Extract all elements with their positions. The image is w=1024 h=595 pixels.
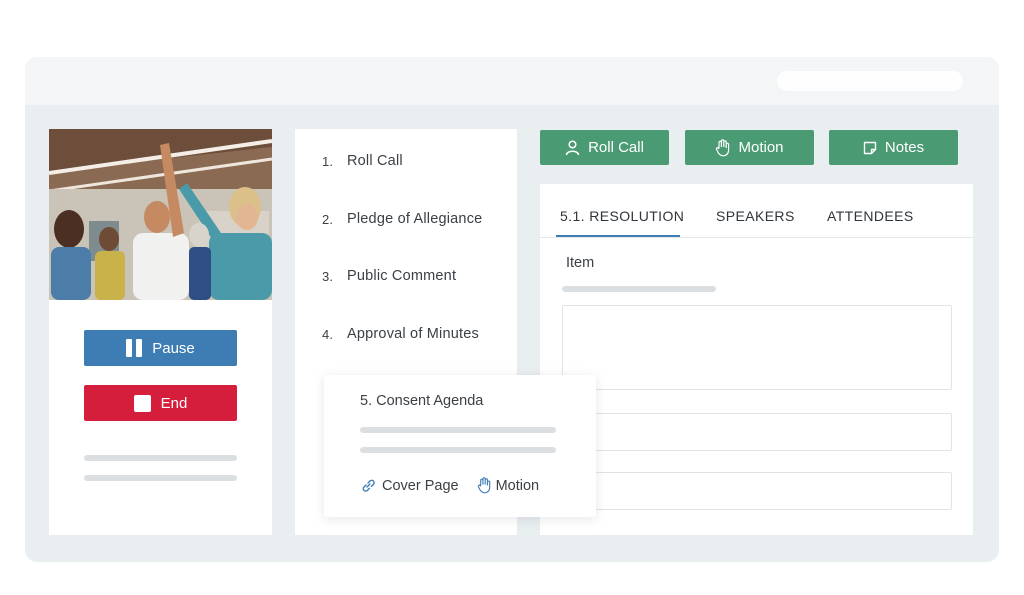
popup-motion-label: Motion [495, 477, 540, 494]
notes-button[interactable]: Notes [829, 130, 958, 165]
motion-button[interactable]: Motion [685, 130, 814, 165]
active-tab-indicator [556, 235, 680, 237]
item-label: Item [566, 255, 595, 271]
motion-label: Motion [738, 139, 784, 156]
end-button[interactable]: End [84, 385, 237, 421]
meeting-video-image [49, 129, 272, 300]
raised-hand-icon [477, 477, 490, 494]
agenda-item-number: 1. [322, 154, 334, 169]
agenda-item-popup[interactable]: 5. Consent Agenda Cover Page Motion [324, 375, 596, 517]
pause-icon [126, 339, 143, 357]
person-icon [565, 139, 580, 155]
cover-page-label: Cover Page [382, 477, 459, 494]
agenda-item[interactable]: 3. Public Comment [322, 268, 482, 326]
tab-speakers[interactable]: SPEAKERS [716, 208, 795, 224]
pause-button[interactable]: Pause [84, 330, 237, 366]
link-icon [362, 479, 375, 492]
placeholder-line [562, 286, 716, 292]
agenda-item-label: Public Comment [347, 268, 457, 284]
notes-label: Notes [884, 139, 925, 156]
roll-call-label: Roll Call [588, 139, 644, 156]
agenda-list: 1. Roll Call 2. Pledge of Allegiance 3. … [322, 153, 482, 383]
pause-label: Pause [152, 339, 195, 357]
agenda-item[interactable]: 2. Pledge of Allegiance [322, 211, 482, 269]
video-panel: Pause End [49, 129, 272, 535]
raised-hand-icon [716, 138, 730, 156]
detail-field[interactable] [562, 413, 952, 451]
popup-links: Cover Page Motion [360, 477, 557, 494]
agenda-item-number: 3. [322, 269, 334, 284]
title-bar [25, 57, 999, 105]
placeholder-line [84, 475, 237, 481]
detail-tabs: 5.1. RESOLUTION SPEAKERS ATTENDEES [540, 184, 973, 238]
roll-call-button[interactable]: Roll Call [540, 130, 669, 165]
placeholder-line [84, 455, 237, 461]
detail-panel: 5.1. RESOLUTION SPEAKERS ATTENDEES Item [540, 184, 973, 535]
search-bar[interactable] [777, 71, 963, 91]
popup-title: 5. Consent Agenda [360, 393, 484, 409]
agenda-item-label: Roll Call [347, 153, 403, 169]
detail-field[interactable] [562, 472, 952, 510]
item-textarea[interactable] [562, 305, 952, 390]
agenda-item-label: Pledge of Allegiance [347, 210, 483, 227]
popup-motion-link[interactable]: Motion [477, 477, 540, 494]
placeholder-line [360, 447, 556, 453]
agenda-item[interactable]: 1. Roll Call [322, 153, 482, 211]
note-icon [863, 141, 877, 154]
cover-page-link[interactable]: Cover Page [360, 477, 459, 494]
placeholder-line [360, 427, 556, 433]
stop-icon [133, 394, 151, 412]
meeting-video[interactable] [49, 129, 272, 300]
tab-attendees[interactable]: ATTENDEES [827, 208, 914, 224]
tab-resolution[interactable]: 5.1. RESOLUTION [560, 208, 684, 224]
end-label: End [160, 394, 188, 412]
agenda-item-number: 2. [322, 211, 334, 227]
